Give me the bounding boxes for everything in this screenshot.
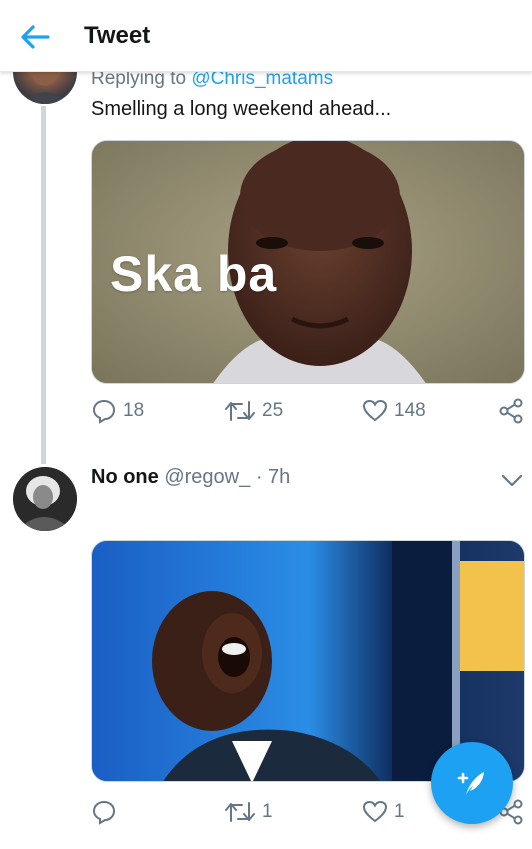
reply-count: 18 <box>123 400 145 421</box>
retweet-button[interactable]: 25 <box>224 396 283 426</box>
tweet-author-line: No one @regow_ · 7h <box>91 466 290 489</box>
retweet-count: 1 <box>262 801 273 822</box>
retweet-icon <box>225 802 255 822</box>
tweet-actions-bar: 18 25 148 <box>91 396 532 426</box>
tweet-more-options-button[interactable] <box>500 470 524 490</box>
retweet-button[interactable]: 1 <box>224 797 273 827</box>
tweet-timestamp[interactable]: 7h <box>268 466 290 488</box>
share-button[interactable] <box>498 396 524 426</box>
user-handle[interactable]: @regow_ <box>164 466 250 488</box>
compose-tweet-icon <box>457 772 484 795</box>
like-count: 1 <box>394 801 405 822</box>
tweet-media-image[interactable]: Ska ba <box>91 140 525 384</box>
page-title: Tweet <box>84 22 151 49</box>
like-count: 148 <box>394 400 426 421</box>
retweet-count: 25 <box>262 400 284 421</box>
comment-icon <box>92 800 116 825</box>
compose-tweet-button[interactable] <box>431 742 513 824</box>
thread-connector-line <box>41 106 46 464</box>
media-caption-text: Ska ba <box>110 246 278 302</box>
heart-icon <box>362 399 388 422</box>
comment-icon <box>92 399 116 424</box>
separator-dot: · <box>255 466 263 488</box>
retweet-icon <box>225 401 255 421</box>
avatar-image <box>13 467 77 531</box>
back-button[interactable] <box>18 22 52 52</box>
like-button[interactable]: 148 <box>362 396 426 426</box>
reply-button[interactable] <box>91 797 123 827</box>
reply-button[interactable]: 18 <box>91 396 144 426</box>
arrow-left-icon <box>21 25 50 49</box>
chevron-down-icon <box>501 474 523 487</box>
heart-icon <box>362 800 388 823</box>
top-app-bar: Tweet <box>0 0 532 72</box>
tweet-text: Smelling a long weekend ahead... <box>91 98 392 120</box>
like-button[interactable]: 1 <box>362 797 405 827</box>
avatar[interactable] <box>13 467 77 531</box>
share-icon <box>499 398 523 424</box>
user-display-name[interactable]: No one <box>91 466 159 488</box>
